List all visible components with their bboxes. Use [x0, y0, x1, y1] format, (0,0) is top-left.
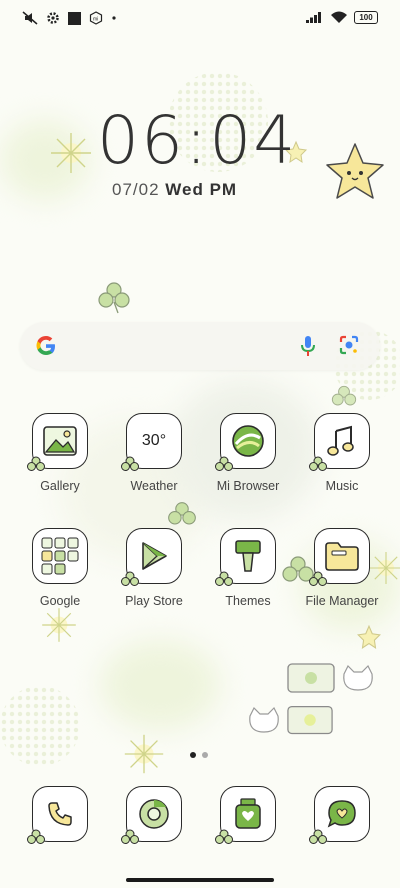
period-value: PM [209, 180, 238, 199]
app-themes[interactable]: Themes [200, 528, 296, 608]
clover-badge-icon [215, 456, 233, 471]
app-mi-browser[interactable]: Mi Browser [200, 413, 296, 493]
cat-face-icon [249, 706, 279, 733]
dandelion-icon [51, 133, 91, 173]
clock-date[interactable]: 07/02 Wed PM [112, 180, 237, 200]
clover-badge-icon [121, 571, 139, 586]
dandelion-icon [124, 734, 164, 774]
wifi-icon [331, 11, 347, 23]
clover-badge-icon [309, 456, 327, 471]
app-label: Themes [225, 594, 271, 608]
app-label: File Manager [305, 594, 379, 608]
camera-icon [215, 786, 276, 844]
speech-bubble-icon [287, 663, 335, 693]
messages-icon [309, 786, 370, 844]
page-indicator[interactable] [190, 752, 208, 758]
app-file-manager[interactable]: File Manager [294, 528, 390, 608]
clover-icon [331, 385, 357, 406]
google-search-widget[interactable] [20, 322, 380, 370]
chrome-icon [121, 786, 182, 844]
weather-app-icon: 30° [121, 413, 182, 471]
weekday-value: Wed [165, 180, 204, 199]
app-gallery[interactable]: Gallery [12, 413, 108, 493]
status-bar: mi 100 [0, 0, 400, 40]
play-store-app-icon [121, 528, 182, 586]
dock-camera[interactable] [200, 786, 296, 844]
microphone-icon[interactable] [300, 334, 316, 358]
google-lens-icon[interactable] [338, 334, 360, 356]
clover-badge-icon [215, 571, 233, 586]
app-weather[interactable]: 30° Weather [106, 413, 202, 493]
app-label: Mi Browser [216, 479, 280, 493]
app-label: Music [325, 479, 359, 493]
clover-icon [98, 282, 130, 314]
app-label: Gallery [40, 479, 80, 493]
weather-temperature: 30° [141, 432, 167, 449]
clover-badge-icon [121, 456, 139, 471]
mi-browser-app-icon [215, 413, 276, 471]
settings-gear-icon [47, 12, 59, 24]
app-label: Play Store [125, 594, 183, 608]
dock-phone[interactable] [12, 786, 108, 844]
svg-text:mi: mi [93, 17, 98, 23]
app-play-store[interactable]: Play Store [106, 528, 202, 608]
battery-indicator: 100 [354, 10, 378, 24]
app-music[interactable]: Music [294, 413, 390, 493]
clover-badge-icon [309, 571, 327, 586]
dandelion-icon [42, 608, 76, 642]
file-manager-app-icon [309, 528, 370, 586]
google-folder-icon [32, 528, 88, 584]
themes-app-icon [215, 528, 276, 586]
small-star-icon [357, 624, 381, 649]
app-google-folder[interactable]: Google [12, 528, 108, 608]
clover-badge-icon [27, 456, 45, 471]
clover-badge-icon [121, 829, 139, 844]
page-dot[interactable] [202, 752, 208, 758]
mute-icon [22, 11, 38, 25]
gesture-navigation-handle[interactable] [126, 878, 274, 882]
speech-bubble-icon [287, 705, 333, 735]
clover-badge-icon [27, 829, 45, 844]
cat-face-icon [343, 664, 373, 691]
phone-icon [27, 786, 88, 844]
clock-time[interactable]: 06:04 [97, 102, 297, 179]
signal-icon [306, 12, 321, 23]
date-value: 07/02 [112, 180, 160, 199]
app-label: Weather [130, 479, 178, 493]
google-logo-icon [36, 336, 55, 355]
dock-chrome[interactable] [106, 786, 202, 844]
star-character-icon [326, 143, 384, 199]
app-square-icon [68, 11, 81, 25]
clover-badge-icon [215, 829, 233, 844]
clover-badge-icon [309, 829, 327, 844]
music-app-icon [309, 413, 370, 471]
gallery-app-icon [27, 413, 88, 471]
dock-messages[interactable] [294, 786, 390, 844]
page-dot-active[interactable] [190, 752, 196, 758]
app-label: Google [39, 594, 81, 608]
mi-icon: mi [89, 11, 103, 25]
dot-icon [112, 16, 116, 20]
